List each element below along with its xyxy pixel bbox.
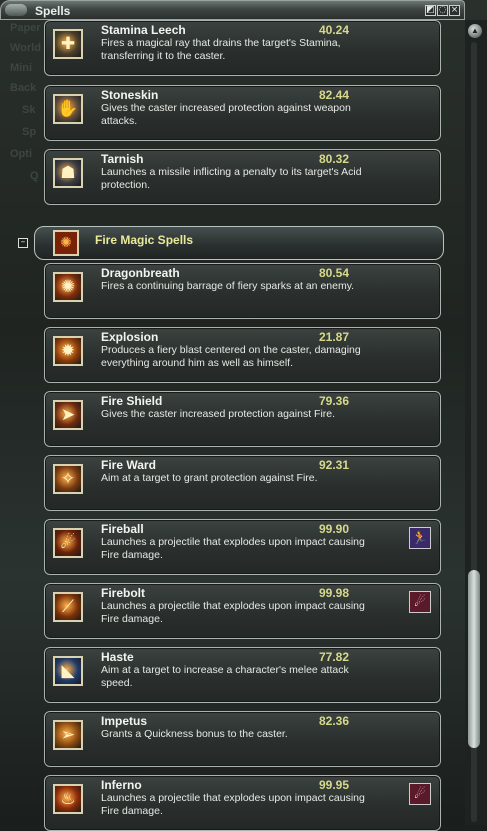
spell-row[interactable]: ⟋ Firebolt 99.98 Launches a projectile that…: [44, 583, 441, 639]
spell-value: 99.98: [319, 586, 350, 600]
spell-name: Dragonbreath: [101, 266, 180, 280]
impetus-icon[interactable]: ➢: [53, 720, 83, 750]
scroll-thumb[interactable]: [468, 570, 480, 748]
spell-name: Inferno: [101, 778, 142, 792]
restore-button[interactable]: ◌: [437, 5, 448, 16]
spell-description: Fires a magical ray that drains the targ…: [101, 37, 341, 62]
spell-description: Aim at a target to grant protection agai…: [101, 472, 318, 484]
spell-row[interactable]: ☄ Fireball 99.90 Launches a projectile that…: [44, 519, 441, 575]
inferno-icon[interactable]: ♨: [53, 784, 83, 814]
spell-description: Launches a projectile that explodes upon…: [101, 536, 365, 561]
spell-value: 79.36: [319, 394, 350, 408]
spell-description: Grants a Quickness bonus to the caster.: [101, 728, 288, 740]
spell-row[interactable]: ♨ Inferno 99.95 Launches a projectile that …: [44, 775, 441, 831]
category-header-fire-magic[interactable]: ✺ Fire Magic Spells: [34, 226, 444, 260]
spell-name: Fireball: [101, 522, 144, 536]
spell-row[interactable]: ➢ Impetus 82.36 Grants a Quickness bonus to…: [44, 711, 441, 767]
spell-name: Tarnish: [101, 152, 144, 166]
spell-name: Impetus: [101, 714, 148, 728]
spell-description: Launches a projectile that explodes upon…: [101, 792, 365, 817]
spell-description: Gives the caster increased protection ag…: [101, 408, 336, 420]
fire-magic-icon: ✺: [53, 230, 79, 256]
dragonbreath-icon[interactable]: ✺: [53, 272, 83, 302]
spell-value: 99.90: [319, 522, 350, 536]
spell-description: Launches a projectile that explodes upon…: [101, 600, 365, 625]
haste-icon[interactable]: ◣: [53, 656, 83, 686]
spell-name: Fire Shield: [101, 394, 163, 408]
comet-icon[interactable]: ☄: [409, 591, 431, 613]
spell-row[interactable]: ✧ Fire Ward 92.31 Aim at a target to grant …: [44, 455, 441, 511]
spells-window: Spells ◩ ◌ × ✚ Stamina Leech 40.24 Fires a …: [0, 0, 487, 831]
spell-description: Launches a missile inflicting a penalty …: [101, 166, 362, 191]
spell-description: Aim at a target to increase a character'…: [101, 664, 349, 689]
spell-value: 82.44: [319, 88, 350, 102]
tarnish-icon[interactable]: ☗: [53, 158, 83, 188]
fireball-icon[interactable]: ☄: [53, 528, 83, 558]
firebolt-icon[interactable]: ⟋: [53, 592, 83, 622]
spell-name: Explosion: [101, 330, 159, 344]
spell-row[interactable]: ➤ Fire Shield 79.36 Gives the caster increa…: [44, 391, 441, 447]
spell-name: Stoneskin: [101, 88, 159, 102]
spell-row[interactable]: ◣ Haste 77.82 Aim at a target to increase a…: [44, 647, 441, 703]
fire-ward-icon[interactable]: ✧: [53, 464, 83, 494]
spell-name: Stamina Leech: [101, 23, 186, 37]
spell-name: Haste: [101, 650, 134, 664]
spell-description: Produces a fiery blast centered on the c…: [101, 344, 361, 369]
spell-name: Firebolt: [101, 586, 145, 600]
stoneskin-icon[interactable]: ✋: [53, 94, 83, 124]
title-ornament: [5, 4, 27, 16]
spell-value: 21.87: [319, 330, 350, 344]
spell-row[interactable]: ☗ Tarnish 80.32 Launches a missile inflicti…: [44, 149, 441, 205]
running-man-icon[interactable]: 🏃: [409, 527, 431, 549]
spell-description: Fires a continuing barrage of fiery spar…: [101, 280, 355, 292]
spell-value: 82.36: [319, 714, 350, 728]
spell-value: 80.32: [319, 152, 350, 166]
spell-description: Gives the caster increased protection ag…: [101, 102, 351, 127]
spell-row[interactable]: ✋ Stoneskin 82.44 Gives the caster increase…: [44, 85, 441, 141]
title-bar[interactable]: Spells ◩ ◌ ×: [0, 0, 465, 20]
window-title: Spells: [35, 4, 71, 18]
stamina-leech-icon[interactable]: ✚: [53, 29, 83, 59]
comet-icon[interactable]: ☄: [409, 783, 431, 805]
spell-name: Fire Ward: [101, 458, 156, 472]
explosion-icon[interactable]: ✹: [53, 336, 83, 366]
scroll-up-arrow-icon[interactable]: ▲: [468, 24, 482, 38]
spell-value: 99.95: [319, 778, 350, 792]
spell-row[interactable]: ✺ Dragonbreath 80.54 Fires a continuing bar…: [44, 263, 441, 319]
spell-value: 92.31: [319, 458, 350, 472]
close-button[interactable]: ×: [449, 5, 460, 16]
spell-value: 40.24: [319, 23, 350, 37]
fire-shield-icon[interactable]: ➤: [53, 400, 83, 430]
spell-value: 77.82: [319, 650, 350, 664]
collapse-category-button[interactable]: –: [18, 238, 28, 248]
spell-row[interactable]: ✹ Explosion 21.87 Produces a fiery blast ce…: [44, 327, 441, 383]
spell-row[interactable]: ✚ Stamina Leech 40.24 Fires a magical ray t…: [44, 20, 441, 76]
minimize-button[interactable]: ◩: [425, 5, 436, 16]
category-label: Fire Magic Spells: [95, 233, 194, 247]
spell-value: 80.54: [319, 266, 350, 280]
